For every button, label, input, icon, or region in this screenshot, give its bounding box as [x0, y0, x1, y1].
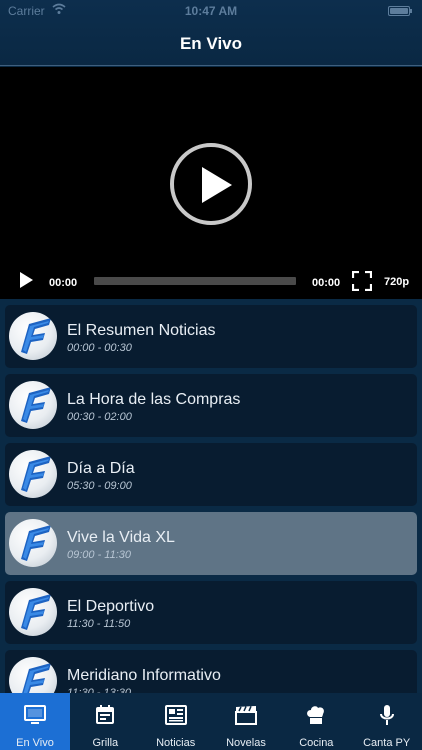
tab-label: Canta PY	[363, 737, 411, 749]
schedule-list: El Resumen Noticias 00:00 - 00:30 La Hora…	[0, 299, 422, 693]
quality-selector[interactable]: 720p	[384, 276, 409, 288]
schedule-item[interactable]: El Resumen Noticias 00:00 - 00:30	[5, 305, 417, 368]
channel-logo	[9, 588, 57, 636]
progress-bar[interactable]	[94, 277, 296, 285]
channel-logo	[9, 519, 57, 567]
clapperboard-icon	[234, 703, 258, 727]
navigation-header: Carrier 10:47 AM En Vivo	[0, 0, 422, 66]
tv-icon	[23, 703, 47, 727]
program-name: El Deportivo	[67, 598, 155, 615]
fullscreen-icon[interactable]	[352, 271, 372, 291]
duration-time: 00:00	[312, 277, 341, 289]
battery-icon	[388, 6, 412, 16]
tab-grilla[interactable]: Grilla	[70, 693, 140, 750]
program-name: Vive la Vida XL	[67, 529, 175, 546]
schedule-item[interactable]: Vive la Vida XL 09:00 - 11:30	[5, 512, 417, 575]
channel-logo	[9, 450, 57, 498]
play-control-button[interactable]	[19, 272, 33, 288]
program-time: 09:00 - 11:30	[67, 549, 132, 561]
program-time: 00:00 - 00:30	[67, 342, 132, 354]
program-time: 11:30 - 11:50	[67, 618, 131, 630]
tab-label: Noticias	[156, 737, 196, 749]
status-time: 10:47 AM	[184, 4, 238, 18]
chef-hat-icon	[304, 703, 328, 727]
current-time: 00:00	[49, 277, 78, 289]
tab-bar: En Vivo Grilla Noticias Novelas Cocina Canta …	[0, 693, 422, 750]
schedule-item[interactable]: La Hora de las Compras 00:30 - 02:00	[5, 374, 417, 437]
tab-canta-py[interactable]: Canta PY	[352, 693, 422, 750]
tab-noticias[interactable]: Noticias	[141, 693, 211, 750]
tab-label: Novelas	[226, 737, 266, 749]
tab-novelas[interactable]: Novelas	[211, 693, 281, 750]
tab-label: Grilla	[92, 737, 119, 749]
microphone-icon	[375, 703, 399, 727]
tab-label: En Vivo	[16, 737, 54, 749]
schedule-item[interactable]: Día a Día 05:30 - 09:00	[5, 443, 417, 506]
channel-logo	[9, 657, 57, 693]
program-name: La Hora de las Compras	[67, 391, 241, 408]
tab-label: Cocina	[299, 737, 334, 749]
tab-en-vivo[interactable]: En Vivo	[0, 693, 70, 750]
program-name: Meridiano Informativo	[67, 667, 221, 684]
channel-logo	[9, 381, 57, 429]
program-time: 00:30 - 02:00	[67, 411, 132, 423]
program-name: El Resumen Noticias	[67, 322, 216, 339]
calendar-icon	[93, 703, 117, 727]
play-overlay-button[interactable]	[170, 143, 252, 225]
status-bar: Carrier 10:47 AM	[0, 0, 422, 22]
play-icon	[202, 167, 232, 203]
schedule-item[interactable]: Meridiano Informativo 11:30 - 13:30	[5, 650, 417, 693]
newspaper-icon	[164, 703, 188, 727]
program-time: 05:30 - 09:00	[67, 480, 132, 492]
tab-cocina[interactable]: Cocina	[281, 693, 351, 750]
page-title: En Vivo	[179, 34, 243, 53]
program-name: Día a Día	[67, 460, 135, 477]
channel-logo	[9, 312, 57, 360]
schedule-item[interactable]: El Deportivo 11:30 - 11:50	[5, 581, 417, 644]
video-player[interactable]: 00:00 00:00 720p	[0, 67, 422, 299]
